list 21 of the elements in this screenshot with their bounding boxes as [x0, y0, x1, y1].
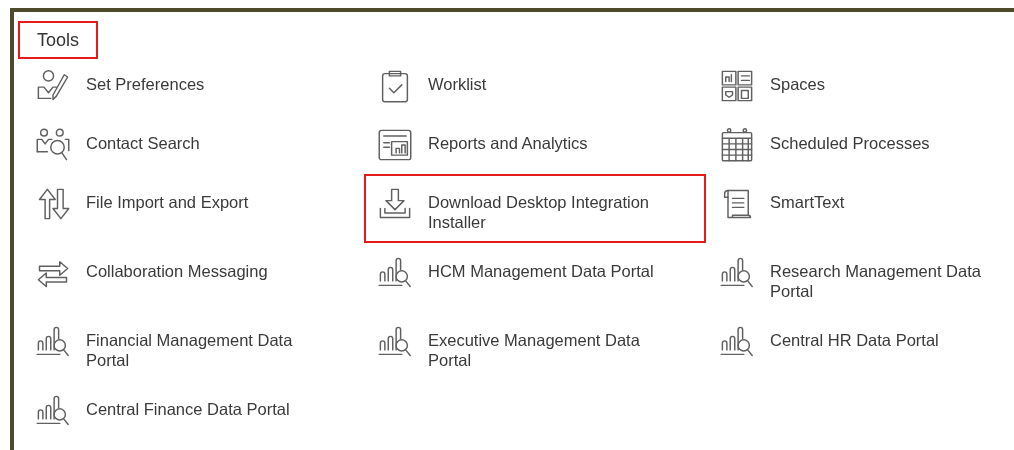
tool-link[interactable]: Spaces [706, 56, 1014, 115]
calendar-icon [719, 127, 755, 163]
tool-link[interactable]: Collaboration Messaging [22, 243, 364, 302]
tool-link[interactable]: Financial Management Data Portal [22, 312, 364, 381]
tool-link[interactable]: SmartText [706, 174, 1014, 233]
tool-link[interactable]: Executive Management Data Portal [364, 312, 706, 381]
tool-link[interactable]: Download Desktop Integration Installer [364, 174, 706, 243]
tool-link[interactable]: Contact Search [22, 115, 364, 174]
tool-link[interactable]: Worklist [364, 56, 706, 115]
people-search-icon [35, 127, 71, 163]
panel-title: Tools [18, 21, 99, 59]
report-chart-icon [377, 127, 413, 163]
tool-link[interactable]: Set Preferences [22, 56, 364, 115]
tiles-icon [719, 68, 755, 104]
tool-link[interactable]: Reports and Analytics [364, 115, 706, 174]
tool-link[interactable]: File Import and Export [22, 174, 364, 233]
tool-link[interactable]: Scheduled Processes [706, 115, 1014, 174]
tool-link[interactable]: HCM Management Data Portal [364, 243, 706, 302]
tool-link[interactable]: Central HR Data Portal [706, 312, 1014, 371]
tool-link[interactable]: Central Finance Data Portal [22, 381, 364, 440]
tool-link[interactable]: Research Management Data Portal [706, 243, 1014, 312]
